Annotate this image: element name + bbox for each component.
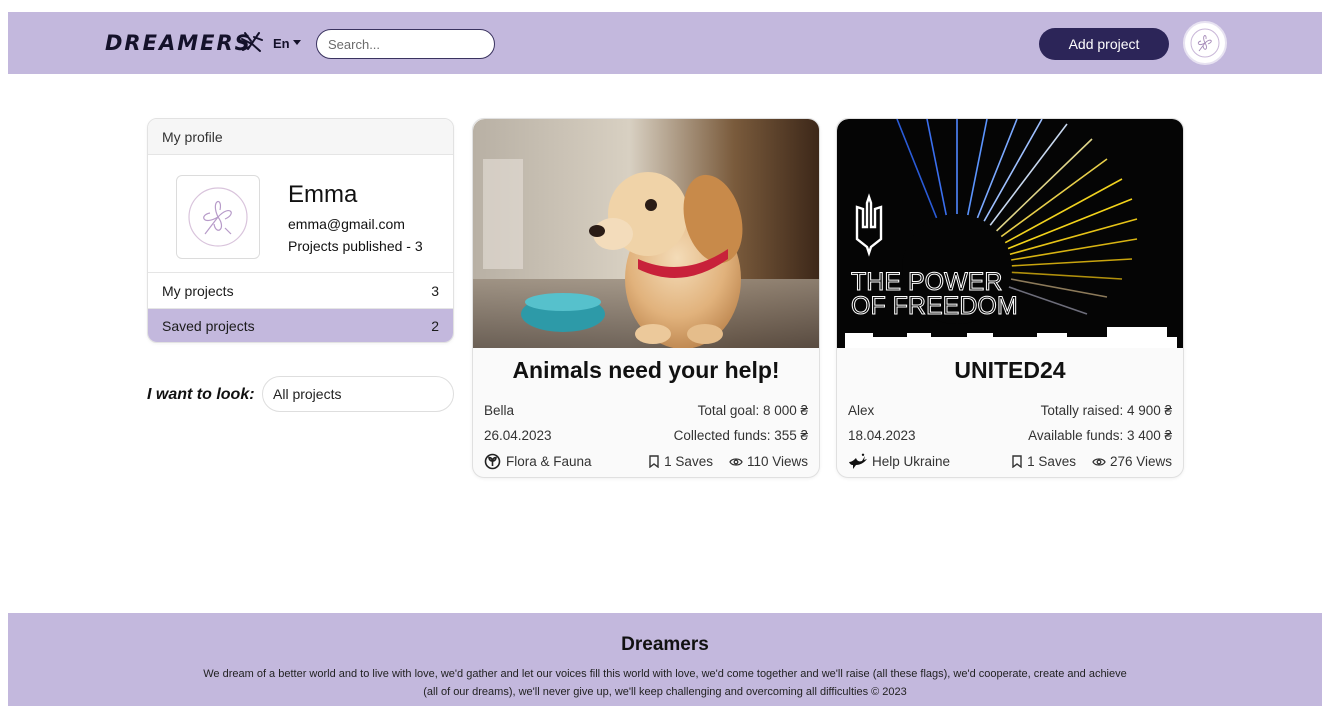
project-title[interactable]: Animals need your help! <box>473 357 819 384</box>
project-category[interactable]: Flora & Fauna <box>484 453 592 470</box>
project-row-author: Bella Total goal: 8 000 ₴ <box>484 403 808 418</box>
project-category-label: Flora & Fauna <box>506 454 592 469</box>
project-row-author: Alex Totally raised: 4 900 ₴ <box>848 403 1172 418</box>
profile-info: Emma emma@gmail.com Projects published -… <box>148 155 453 272</box>
saves-count: 1 Saves <box>1027 454 1076 469</box>
chevron-down-icon <box>292 40 301 45</box>
project-author: Bella <box>484 403 515 418</box>
project-image[interactable]: THE POWER OF FREEDOM <box>837 119 1183 348</box>
project-row-date: 26.04.2023 Collected funds: 355 ₴ <box>484 428 808 443</box>
views-stat: 276 Views <box>1092 454 1172 469</box>
project-row-date: 18.04.2023 Available funds: 3 400 ₴ <box>848 428 1172 443</box>
project-row-meta: Help Ukraine 1 Saves 276 Views <box>848 453 1172 470</box>
project-row-meta: Flora & Fauna 1 Saves 110 Views <box>484 453 808 470</box>
project-stats: 1 Saves 276 Views <box>1011 454 1172 469</box>
header: DREAMERS En Add project <box>8 12 1322 74</box>
profile-card: My profile Emma emma@gmail.com Projects … <box>147 118 454 343</box>
project-title[interactable]: UNITED24 <box>837 357 1183 384</box>
menu-item-label: Saved projects <box>162 318 255 334</box>
footer-title: Dreamers <box>621 634 709 655</box>
saves-count: 1 Saves <box>664 454 713 469</box>
bookmark-icon <box>1012 455 1022 468</box>
eye-icon <box>729 457 743 466</box>
profile-name: Emma <box>288 181 358 208</box>
saves-stat[interactable]: 1 Saves <box>1011 454 1076 469</box>
image-text-line-2: OF FREEDOM <box>851 292 1018 320</box>
user-avatar[interactable] <box>1183 21 1227 65</box>
language-dropdown[interactable]: En <box>273 36 301 51</box>
filter-label: I want to look: <box>147 386 255 403</box>
menu-item-count: 3 <box>431 282 439 299</box>
project-date: 18.04.2023 <box>848 428 916 443</box>
project-total-goal: Total goal: 8 000 ₴ <box>697 403 808 418</box>
united24-image: THE POWER OF FREEDOM <box>837 119 1183 348</box>
projects-published: Projects published - 3 <box>288 238 423 254</box>
profile-email: emma@gmail.com <box>288 216 405 232</box>
project-card[interactable]: Animals need your help! Bella Total goal… <box>472 118 820 478</box>
puppy-image <box>473 119 819 348</box>
language-label: En <box>273 36 290 51</box>
menu-item-saved-projects[interactable]: Saved projects 2 <box>148 308 453 342</box>
page: DREAMERS En Add project My profile <box>8 12 1322 706</box>
project-author: Alex <box>848 403 875 418</box>
eye-icon <box>1092 457 1106 466</box>
menu-item-count: 2 <box>431 318 439 334</box>
views-stat: 110 Views <box>729 454 808 469</box>
avatar-flower-icon <box>1190 28 1220 58</box>
add-project-button[interactable]: Add project <box>1039 28 1169 60</box>
dove-icon <box>849 453 867 469</box>
profile-menu: My projects 3 Saved projects 2 <box>148 272 453 342</box>
project-total-raised: Totally raised: 4 900 ₴ <box>1040 403 1172 418</box>
project-date: 26.04.2023 <box>484 428 552 443</box>
filter-select[interactable]: All projects <box>262 376 454 412</box>
search-input[interactable] <box>316 29 495 59</box>
menu-item-label: My projects <box>162 282 234 299</box>
saves-stat[interactable]: 1 Saves <box>648 454 713 469</box>
footer: Dreamers We dream of a better world and … <box>8 613 1322 706</box>
project-image[interactable] <box>473 119 819 348</box>
flower-icon <box>188 187 248 247</box>
project-card[interactable]: THE POWER OF FREEDOM UNITED24 Alex Total… <box>836 118 1184 478</box>
footer-text: We dream of a better world and to live w… <box>203 668 1127 698</box>
profile-avatar <box>176 175 260 259</box>
project-stats: 1 Saves 110 Views <box>648 454 808 469</box>
project-available: Available funds: 3 400 ₴ <box>1028 428 1172 443</box>
views-count: 276 Views <box>1109 454 1172 469</box>
views-count: 110 Views <box>746 454 808 469</box>
project-collected: Collected funds: 355 ₴ <box>673 428 808 443</box>
logo-text[interactable]: DREAMERS <box>105 31 252 55</box>
profile-card-header: My profile <box>148 119 453 155</box>
logo-icon <box>241 32 263 52</box>
project-category-label: Help Ukraine <box>872 454 951 469</box>
menu-item-my-projects[interactable]: My projects 3 <box>148 273 453 308</box>
project-category[interactable]: Help Ukraine <box>848 453 950 470</box>
plant-icon <box>484 453 501 470</box>
filter-select-value: All projects <box>273 386 342 402</box>
bookmark-icon <box>649 455 659 468</box>
